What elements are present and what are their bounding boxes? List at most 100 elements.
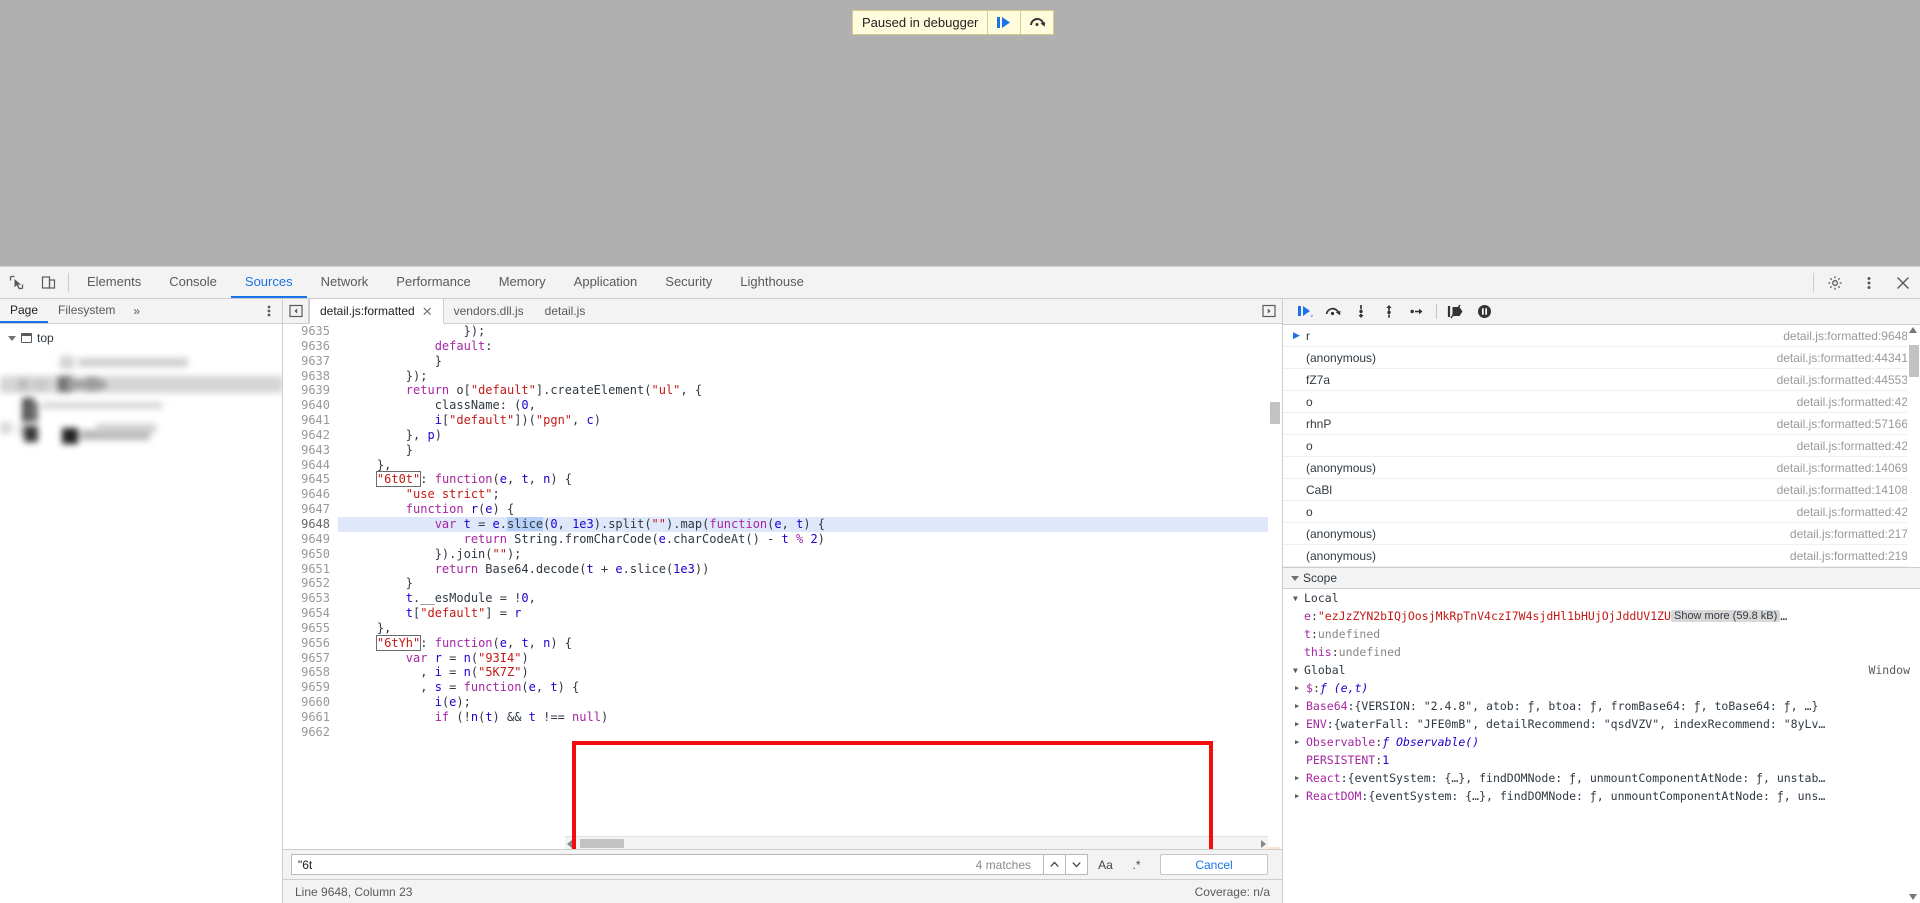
banner-step-over-icon[interactable] <box>1020 11 1053 34</box>
code-line[interactable]: 9647 function r(e) { <box>283 502 1282 517</box>
code-line[interactable]: 9644 }, <box>283 457 1282 473</box>
editor-horizontal-scrollbar[interactable] <box>565 836 1268 849</box>
close-icon[interactable]: ✕ <box>422 305 433 318</box>
regex-toggle[interactable]: .* <box>1123 854 1150 875</box>
code-line-content[interactable]: }, <box>338 458 1282 473</box>
call-stack-frame[interactable]: rhnP detail.js:formatted:57166 <box>1283 413 1920 435</box>
code-line-content[interactable]: function r(e) { <box>338 502 1282 517</box>
step-into-next-call-icon[interactable] <box>1347 299 1375 325</box>
line-number[interactable]: 9638 <box>283 368 338 384</box>
code-line-content[interactable]: className: (0, <box>338 398 1282 413</box>
call-stack-frame[interactable]: o detail.js:formatted:42 <box>1283 435 1920 457</box>
code-line[interactable]: 9662 <box>283 724 1282 740</box>
code-line-content[interactable]: }, p) <box>338 428 1282 443</box>
scrollbar-thumb[interactable] <box>1270 402 1280 424</box>
line-number[interactable]: 9637 <box>283 353 338 369</box>
line-number[interactable]: 9662 <box>283 724 338 740</box>
line-number[interactable]: 9646 <box>283 487 338 503</box>
code-line[interactable]: 9651 return Base64.decode(t + e.slice(1e… <box>283 561 1282 577</box>
code-line-content[interactable]: var t = e.slice(0, 1e3).split("").map(fu… <box>338 516 1282 532</box>
line-number[interactable]: 9642 <box>283 427 338 443</box>
call-stack-frame[interactable]: o detail.js:formatted:42 <box>1283 501 1920 523</box>
line-number[interactable]: 9651 <box>283 561 338 577</box>
code-line[interactable]: 9638 }); <box>283 368 1282 384</box>
code-line-content[interactable]: } <box>338 576 1282 591</box>
code-lines[interactable]: 9635 }); 9636 default: 9637 } 9638 }); 9639 … <box>283 324 1282 740</box>
code-line[interactable]: 9642 }, p) <box>283 427 1282 443</box>
scroll-left-icon[interactable] <box>567 840 572 848</box>
navigator-file-tree[interactable]: top <box>0 324 282 903</box>
code-line[interactable]: 9660 i(e); <box>283 695 1282 710</box>
code-line[interactable]: 9656 "6tYh": function(e, t, n) { <box>283 634 1282 651</box>
code-line[interactable]: 9635 }); <box>283 324 1282 339</box>
code-line-content[interactable]: t.__esModule = !0, <box>338 591 1282 606</box>
tab-sources[interactable]: Sources <box>230 267 307 298</box>
scope-section-header[interactable]: Scope <box>1283 567 1920 589</box>
scroll-right-icon[interactable] <box>1261 840 1266 848</box>
inspect-element-icon[interactable] <box>0 267 32 298</box>
code-line-content[interactable]: , s = function(e, t) { <box>338 680 1282 695</box>
chevron-right-icon[interactable]: ▶ <box>1295 792 1306 800</box>
code-line[interactable]: 9645 "6t0t": function(e, t, n) { <box>283 471 1282 488</box>
code-line-content[interactable]: return o["default"].createElement("ul", … <box>338 383 1282 398</box>
call-stack-frame[interactable]: (anonymous) detail.js:formatted:14069 <box>1283 457 1920 479</box>
nav-tab-page[interactable]: Page <box>0 299 49 323</box>
scope-property[interactable]: ▶ Observable: ƒ Observable() <box>1283 733 1920 751</box>
show-more-button[interactable]: Show more (59.8 kB) <box>1670 610 1781 622</box>
line-number[interactable]: 9654 <box>283 606 338 621</box>
code-line[interactable]: 9648 var t = e.slice(0, 1e3).split("").m… <box>283 516 1282 532</box>
more-options-icon[interactable] <box>1852 267 1886 298</box>
scope-group-local[interactable]: ▼ Local <box>1283 589 1920 607</box>
code-line[interactable]: 9658 , i = n("5K7Z") <box>283 665 1282 681</box>
chevron-down-icon[interactable]: ▼ <box>1293 666 1304 675</box>
code-line[interactable]: 9639 return o["default"].createElement("… <box>283 383 1282 399</box>
editor-vertical-scrollbar[interactable] <box>1268 324 1282 836</box>
tab-elements[interactable]: Elements <box>73 267 155 298</box>
line-number[interactable]: 9658 <box>283 665 338 681</box>
line-number[interactable]: 9652 <box>283 576 338 592</box>
scope-property[interactable]: ▶ ReactDOM: {eventSystem: {…}, findDOMNod… <box>1283 787 1920 805</box>
search-input[interactable] <box>298 857 976 872</box>
scope-group-global[interactable]: ▼ Global Window <box>1283 661 1920 679</box>
line-number[interactable]: 9656 <box>283 635 338 651</box>
code-line[interactable]: 9653 t.__esModule = !0, <box>283 591 1282 607</box>
code-line-content[interactable]: }).join(""); <box>338 547 1282 562</box>
scope-property[interactable]: e: "ezJzZYN2bIQjOosjMkRpTnV4czI7W4sjdHl1… <box>1283 607 1920 625</box>
scope-property[interactable]: PERSISTENT: 1 <box>1283 751 1920 769</box>
line-number[interactable]: 9657 <box>283 650 338 666</box>
tab-memory[interactable]: Memory <box>485 267 560 298</box>
banner-resume-icon[interactable] <box>987 11 1020 34</box>
code-line[interactable]: 9637 } <box>283 353 1282 369</box>
code-line-content[interactable]: }); <box>338 369 1282 384</box>
scope-property[interactable]: ▶ ENV: {waterFall: "JFE0mB", detailRecomm… <box>1283 715 1920 733</box>
line-number[interactable]: 9636 <box>283 338 338 354</box>
chevron-right-icon[interactable]: ▶ <box>1295 720 1306 728</box>
code-line[interactable]: 9636 default: <box>283 338 1282 354</box>
chevron-right-icon[interactable]: ▶ <box>1295 774 1306 782</box>
line-number[interactable]: 9653 <box>283 591 338 607</box>
tab-console[interactable]: Console <box>155 267 231 298</box>
call-stack-frame[interactable]: (anonymous) detail.js:formatted:217 <box>1283 523 1920 545</box>
match-case-toggle[interactable]: Aa <box>1092 854 1119 875</box>
scroll-up-icon[interactable] <box>1909 327 1917 333</box>
line-number[interactable]: 9635 <box>283 324 338 339</box>
code-line-content[interactable]: if (!n(t) && t !== null) <box>338 710 1282 725</box>
code-line[interactable]: 9640 className: (0, <box>283 398 1282 414</box>
code-line[interactable]: 9641 i["default"])("pgn", c) <box>283 413 1282 428</box>
close-icon[interactable] <box>1886 267 1920 298</box>
step-icon[interactable] <box>1403 299 1431 325</box>
step-out-of-current-function-icon[interactable] <box>1375 299 1403 325</box>
code-line-content[interactable]: return Base64.decode(t + e.slice(1e3)) <box>338 562 1282 577</box>
nav-more-tabs-icon[interactable]: » <box>125 299 148 323</box>
scope-property[interactable]: this: undefined <box>1283 643 1920 661</box>
line-number[interactable]: 9644 <box>283 457 338 473</box>
scope-property[interactable]: ▶ $: ƒ (e,t) <box>1283 679 1920 697</box>
call-stack-frame[interactable]: ▶ r detail.js:formatted:9648 <box>1283 325 1920 347</box>
code-line[interactable]: 9661 if (!n(t) && t !== null) <box>283 709 1282 725</box>
show-debugger-icon[interactable] <box>1256 299 1282 323</box>
call-stack-scrollbar[interactable] <box>1907 325 1920 567</box>
pause-on-exceptions-icon[interactable] <box>1470 299 1498 325</box>
code-line[interactable]: 9657 var r = n("93I4") <box>283 650 1282 666</box>
scope-scrollbar[interactable] <box>1907 589 1920 903</box>
deactivate-breakpoints-icon[interactable] <box>1442 299 1470 325</box>
